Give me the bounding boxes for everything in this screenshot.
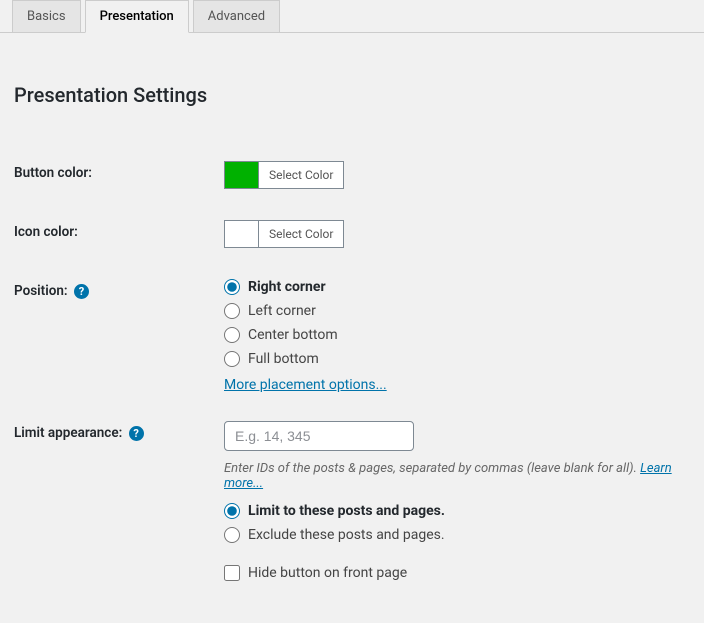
hide-front-group: Hide button on front page [224,565,690,581]
limit-exclude-radio[interactable] [224,527,240,543]
position-center-text: Center bottom [248,327,338,343]
tab-bar: Basics Presentation Advanced [0,0,704,33]
icon-color-swatch [225,221,259,247]
help-icon[interactable]: ? [129,426,144,441]
position-right-radio[interactable] [224,279,240,295]
button-color-swatch [225,162,259,188]
position-right-text: Right corner [248,279,326,295]
limit-label: Limit appearance: ? [14,407,224,603]
settings-content: Presentation Settings Button color: Sele… [0,33,704,623]
limit-include[interactable]: Limit to these posts and pages. [224,503,690,519]
hide-front-text: Hide button on front page [248,565,407,581]
limit-options: Limit to these posts and pages. Exclude … [224,503,690,543]
tab-basics[interactable]: Basics [12,0,81,33]
help-icon[interactable]: ? [74,284,89,299]
limit-exclude[interactable]: Exclude these posts and pages. [224,527,690,543]
position-center-radio[interactable] [224,327,240,343]
position-left-radio[interactable] [224,303,240,319]
position-right[interactable]: Right corner [224,279,690,295]
tab-advanced[interactable]: Advanced [193,0,280,33]
button-color-label: Button color: [14,147,224,206]
select-color-label: Select Color [259,221,343,247]
limit-include-radio[interactable] [224,503,240,519]
position-left-text: Left corner [248,303,316,319]
limit-description: Enter IDs of the posts & pages, separate… [224,461,690,491]
hide-front-checkbox[interactable] [224,565,240,581]
button-color-picker[interactable]: Select Color [224,161,344,189]
settings-form: Button color: Select Color Icon color: S… [14,147,690,603]
select-color-label: Select Color [259,162,343,188]
position-options: Right corner Left corner Center bottom F… [224,279,690,393]
position-label: Position: ? [14,265,224,407]
position-left[interactable]: Left corner [224,303,690,319]
icon-color-label: Icon color: [14,206,224,265]
icon-color-picker[interactable]: Select Color [224,220,344,248]
limit-description-text: Enter IDs of the posts & pages, separate… [224,461,640,476]
limit-label-text: Limit appearance: [14,425,122,441]
position-full[interactable]: Full bottom [224,351,690,367]
limit-include-text: Limit to these posts and pages. [248,503,445,519]
page-title: Presentation Settings [14,83,690,107]
position-center[interactable]: Center bottom [224,327,690,343]
more-placement-link[interactable]: More placement options... [224,377,387,393]
limit-exclude-text: Exclude these posts and pages. [248,527,445,543]
position-full-text: Full bottom [248,351,319,367]
position-label-text: Position: [14,283,68,299]
tab-presentation[interactable]: Presentation [85,0,189,33]
limit-ids-input[interactable] [224,421,414,451]
hide-front[interactable]: Hide button on front page [224,565,690,581]
position-full-radio[interactable] [224,351,240,367]
